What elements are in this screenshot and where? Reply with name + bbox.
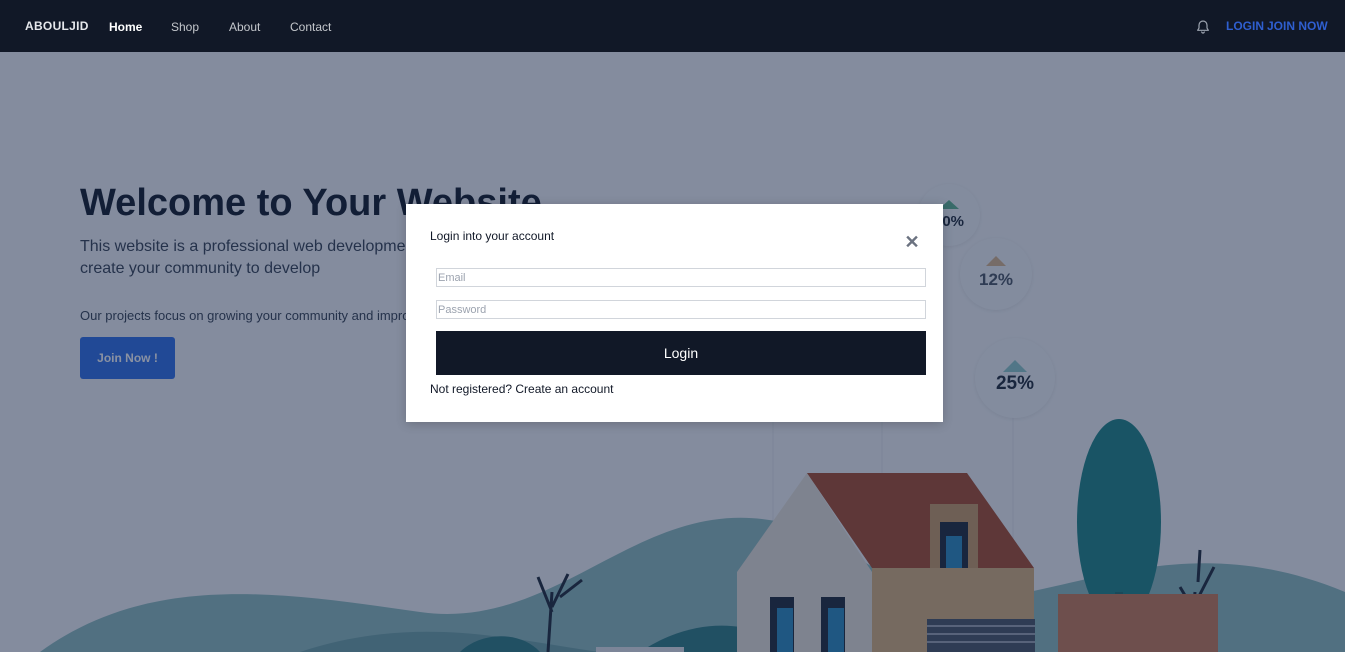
email-field[interactable]	[436, 268, 926, 287]
brand-logo[interactable]: ABOULJID	[25, 19, 89, 33]
nav-link-about[interactable]: About	[229, 20, 260, 34]
login-modal: Login into your account ✕ Login Not regi…	[406, 204, 943, 422]
bell-icon[interactable]	[1195, 18, 1211, 36]
nav-link-home[interactable]: Home	[109, 20, 142, 34]
password-field[interactable]	[436, 300, 926, 319]
modal-title: Login into your account	[430, 229, 555, 243]
create-account-link[interactable]: Create an account	[515, 382, 613, 396]
register-prompt: Not registered? Create an account	[430, 382, 613, 396]
login-button[interactable]: Login	[436, 331, 926, 375]
nav-link-contact[interactable]: Contact	[290, 20, 331, 34]
nav-link-shop[interactable]: Shop	[171, 20, 199, 34]
close-icon[interactable]: ✕	[904, 233, 920, 251]
register-text: Not registered?	[430, 382, 513, 396]
login-link[interactable]: LOGIN	[1226, 19, 1264, 33]
top-navbar: ABOULJID Home Shop About Contact LOGIN J…	[0, 0, 1345, 52]
join-now-link[interactable]: JOIN NOW	[1267, 19, 1328, 33]
